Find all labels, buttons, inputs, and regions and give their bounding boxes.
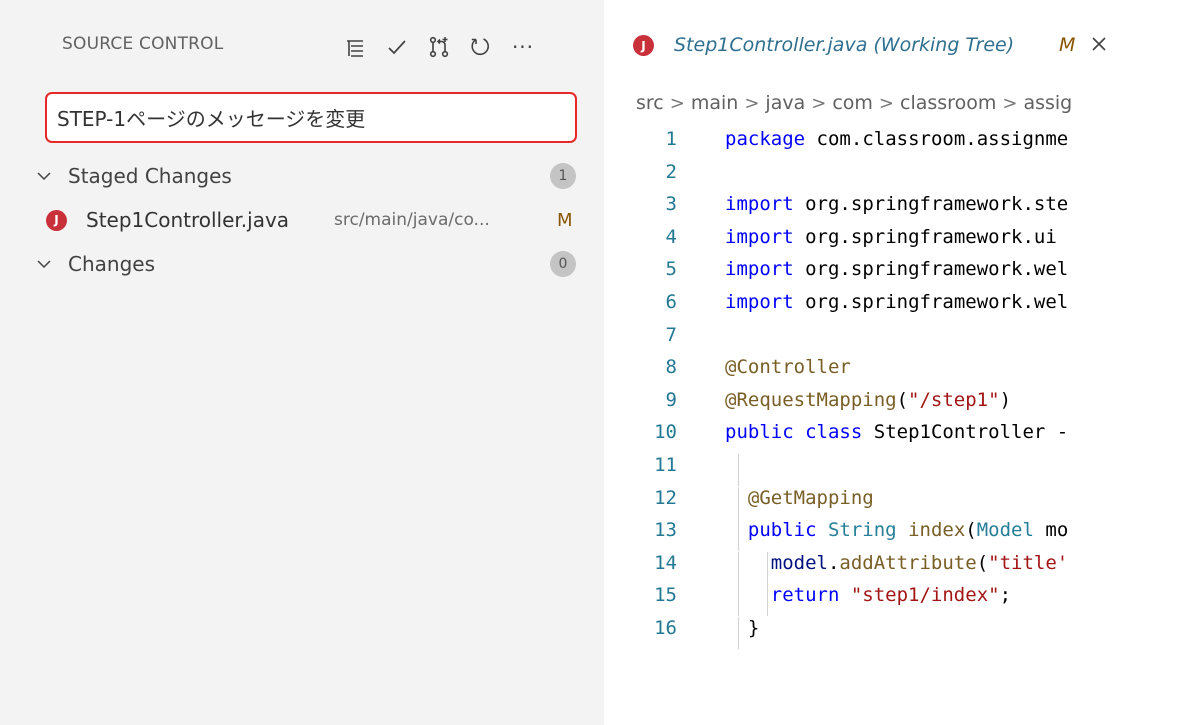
line-number: 1 xyxy=(665,128,677,150)
breadcrumb-item[interactable]: src xyxy=(636,92,664,114)
java-file-icon: J xyxy=(46,209,67,231)
code-line[interactable]: 15 return "step1/index"; xyxy=(604,584,1187,617)
staged-count-badge: 1 xyxy=(550,163,576,189)
changes-count-badge: 0 xyxy=(550,251,576,277)
breadcrumb-separator: > xyxy=(744,92,760,114)
code-line[interactable]: 5 import org.springframework.wel xyxy=(604,258,1187,290)
line-number: 11 xyxy=(654,454,677,476)
line-number: 5 xyxy=(665,258,677,281)
code-text: import org.springframework.ste xyxy=(725,193,1069,216)
code-text: @GetMapping xyxy=(747,486,874,509)
code-text: model.addAttribute("title' xyxy=(770,551,1069,574)
java-file-icon: J xyxy=(633,35,654,56)
tab-title: Step1Controller.java (Working Tree) xyxy=(674,34,1015,56)
source-control-panel: SOURCE CONTROL ··· Staged Changes 1 J St… xyxy=(0,0,604,725)
line-number: 8 xyxy=(665,356,677,379)
breadcrumb-item[interactable]: java xyxy=(765,92,805,114)
line-number: 4 xyxy=(665,225,677,248)
staged-changes-group[interactable]: Staged Changes 1 xyxy=(0,154,604,198)
code-line[interactable]: 14 model.addAttribute("title' xyxy=(604,551,1187,584)
refresh-icon[interactable] xyxy=(460,30,502,64)
line-number: 6 xyxy=(665,291,677,313)
chevron-down-icon xyxy=(37,172,51,181)
code-line[interactable]: 9 @RequestMapping("/step1") xyxy=(604,389,1187,421)
breadcrumb-separator: > xyxy=(669,92,685,114)
more-actions-icon[interactable]: ··· xyxy=(502,30,544,64)
code-text: @RequestMapping("/step1") xyxy=(725,388,1012,411)
code-line[interactable]: 1 package com.classroom.assignme xyxy=(604,128,1187,160)
file-name: Step1Controller.java xyxy=(86,208,290,232)
line-number: 15 xyxy=(654,584,677,607)
staged-changes-label: Staged Changes xyxy=(68,164,232,188)
code-line[interactable]: 7 xyxy=(604,324,1187,356)
line-number: 14 xyxy=(654,551,677,574)
code-line[interactable]: 16 } xyxy=(604,617,1187,649)
code-text: public String index(Model mo xyxy=(747,519,1069,542)
staged-file-item[interactable]: J Step1Controller.java src/main/java/co.… xyxy=(0,198,604,242)
code-text: return "step1/index"; xyxy=(770,584,1012,607)
breadcrumb-item[interactable]: com xyxy=(832,92,873,114)
breadcrumb-separator: > xyxy=(1002,92,1018,114)
code-line[interactable]: 3 import org.springframework.ste xyxy=(604,193,1187,225)
breadcrumb-item[interactable]: main xyxy=(691,92,738,114)
tab-bar: J Step1Controller.java (Working Tree) M xyxy=(604,0,1187,78)
line-number: 3 xyxy=(665,193,677,216)
panel-title: SOURCE CONTROL xyxy=(62,34,224,54)
code-line[interactable]: 11 xyxy=(604,454,1187,486)
line-number: 10 xyxy=(654,421,677,444)
breadcrumb-item[interactable]: assig xyxy=(1023,92,1072,114)
code-text: public class Step1Controller - xyxy=(725,421,1069,444)
chevron-down-icon xyxy=(37,260,51,269)
close-icon[interactable] xyxy=(1087,32,1111,56)
pull-request-icon[interactable] xyxy=(418,30,460,64)
code-text: import org.springframework.wel xyxy=(725,291,1069,313)
code-line[interactable]: 13 public String index(Model mo xyxy=(604,519,1187,552)
editor-pane: J Step1Controller.java (Working Tree) M … xyxy=(604,0,1187,725)
changes-label: Changes xyxy=(68,252,155,276)
changes-group[interactable]: Changes 0 xyxy=(0,242,604,286)
code-text: import org.springframework.wel xyxy=(725,258,1069,281)
commit-message-input[interactable] xyxy=(45,92,577,143)
breadcrumb-item[interactable]: classroom xyxy=(900,92,996,114)
code-text: @Controller xyxy=(725,356,851,379)
code-text: } xyxy=(747,617,760,639)
line-number: 7 xyxy=(665,323,677,346)
indent-guide xyxy=(738,454,739,486)
line-number: 12 xyxy=(654,486,677,509)
code-line[interactable]: 12 @GetMapping xyxy=(604,486,1187,519)
line-number: 16 xyxy=(654,617,677,639)
tab-modified-badge: M xyxy=(1059,34,1076,56)
file-path: src/main/java/co... xyxy=(334,210,490,230)
source-control-header: SOURCE CONTROL ··· xyxy=(0,18,604,74)
breadcrumb-separator: > xyxy=(811,92,827,114)
breadcrumb-separator: > xyxy=(878,92,895,114)
code-line[interactable]: 6 import org.springframework.wel xyxy=(604,291,1187,323)
line-number: 9 xyxy=(665,388,677,411)
line-number: 13 xyxy=(654,519,677,542)
code-line[interactable]: 4 import org.springframework.ui xyxy=(604,226,1187,258)
breadcrumb: src > main > java > com > classroom > as… xyxy=(636,88,1072,118)
view-as-tree-icon[interactable] xyxy=(334,30,376,64)
file-status-badge: M xyxy=(557,209,573,231)
commit-check-icon[interactable] xyxy=(376,30,418,64)
code-line[interactable]: 8 @Controller xyxy=(604,356,1187,388)
code-text: import org.springframework.ui xyxy=(725,225,1057,248)
code-line[interactable]: 10 public class Step1Controller - xyxy=(604,421,1187,453)
code-line[interactable]: 2 xyxy=(604,161,1187,193)
line-number: 2 xyxy=(665,160,677,183)
tab-step1controller[interactable]: J Step1Controller.java (Working Tree) M xyxy=(604,20,1164,72)
source-control-toolbar: ··· xyxy=(334,30,544,64)
code-text: package com.classroom.assignme xyxy=(725,128,1069,150)
